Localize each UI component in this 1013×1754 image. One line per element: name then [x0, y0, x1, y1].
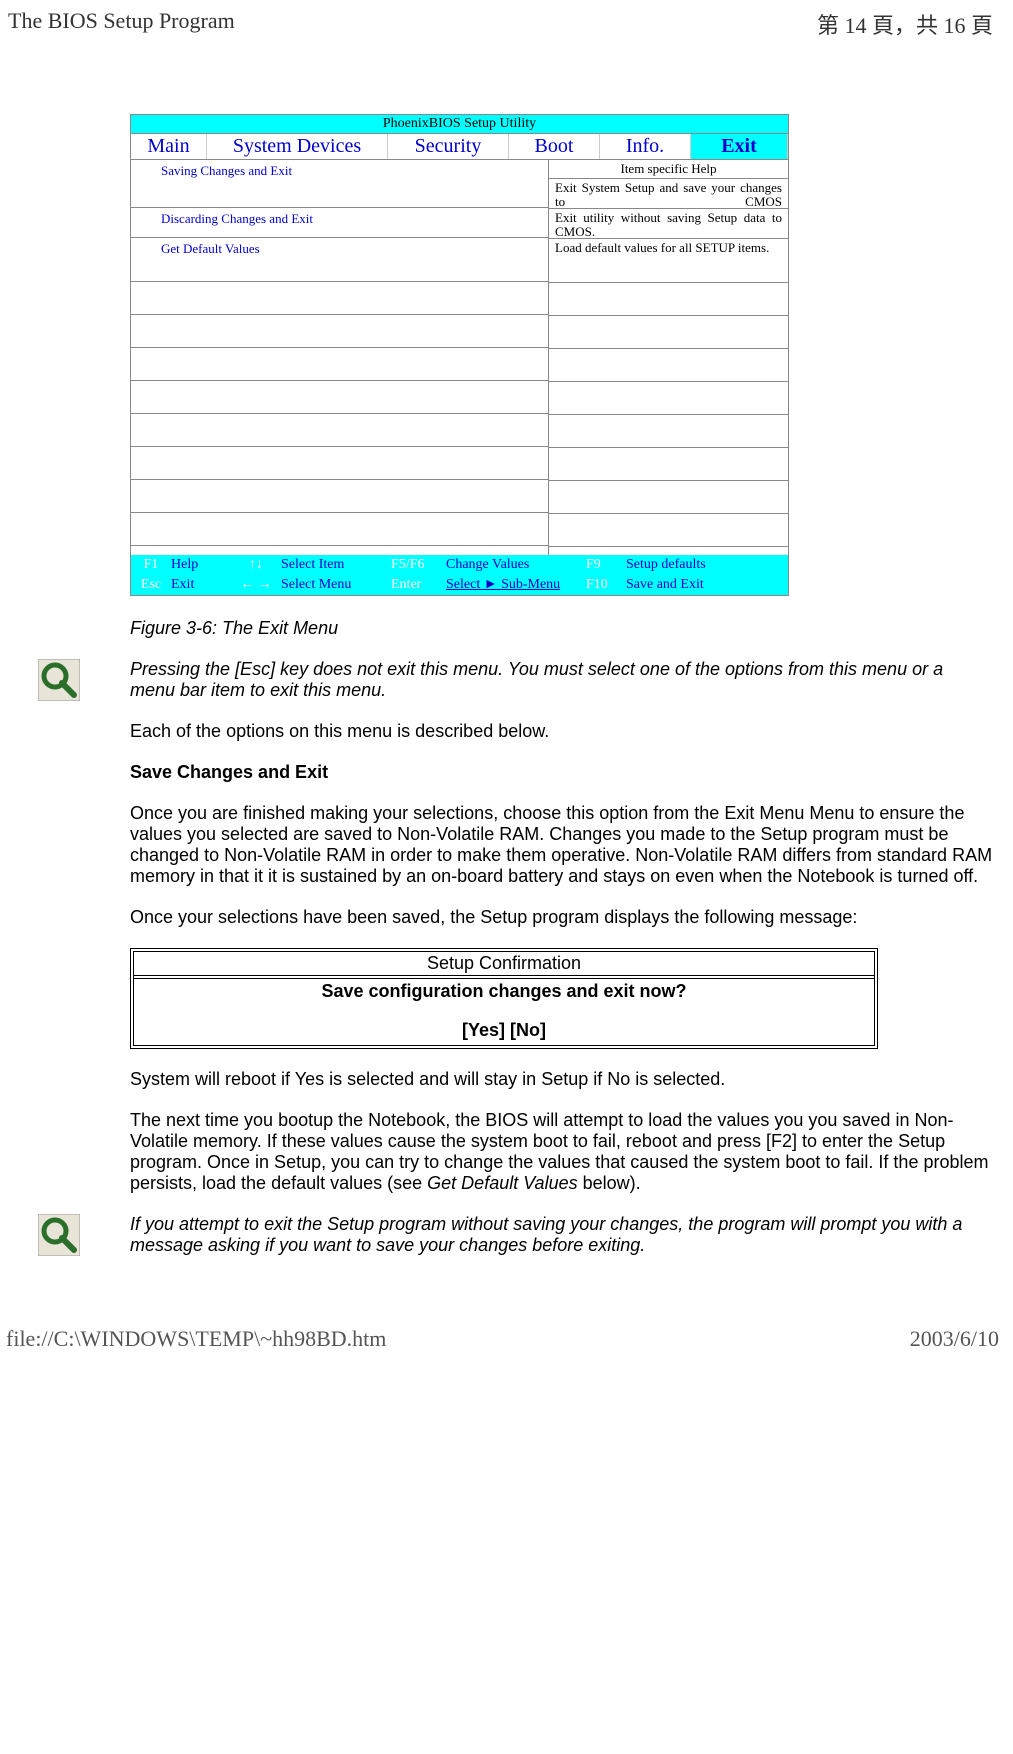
confirm-title: Setup Confirmation	[134, 952, 874, 979]
key-esc: Esc	[131, 577, 171, 593]
empty-row	[549, 448, 788, 481]
key-save-exit: Save and Exit	[626, 577, 704, 593]
help-text-discard: Exit utility without saving Setup data t…	[549, 209, 788, 239]
help-header: Item specific Help	[549, 160, 788, 179]
empty-row	[131, 546, 548, 555]
key-select-item: Select Item	[281, 557, 391, 573]
key-help: Help	[171, 557, 231, 573]
tab-exit[interactable]: Exit	[691, 134, 788, 159]
key-exit: Exit	[171, 577, 231, 593]
key-f9: F9	[586, 557, 626, 573]
magnifier-icon	[38, 659, 80, 701]
help-text-save: Exit System Setup and save your changes …	[549, 179, 788, 209]
empty-row	[549, 514, 788, 547]
tab-main[interactable]: Main	[131, 134, 207, 159]
bios-utility-title: PhoenixBIOS Setup Utility	[131, 115, 788, 134]
confirm-question: Save configuration changes and exit now?	[134, 981, 874, 1002]
empty-row	[131, 447, 548, 480]
empty-row	[131, 282, 548, 315]
exit-item-discard[interactable]: Discarding Changes and Exit	[131, 208, 548, 238]
arrows-updown-icon: ↑↓	[231, 557, 281, 573]
bootup-note: The next time you bootup the Notebook, t…	[130, 1110, 993, 1194]
empty-row	[549, 547, 788, 555]
page-number: 第 14 頁，共 16 頁	[817, 8, 993, 40]
key-select-submenu: Select ► Sub-Menu	[446, 577, 586, 593]
bios-screenshot: PhoenixBIOS Setup Utility Main System De…	[130, 114, 789, 596]
tab-info[interactable]: Info.	[600, 134, 691, 159]
empty-row	[131, 513, 548, 546]
tab-boot[interactable]: Boot	[509, 134, 600, 159]
exit-item-save[interactable]: Saving Changes and Exit	[131, 160, 548, 208]
empty-row	[549, 382, 788, 415]
key-setup-defaults: Setup defaults	[626, 557, 706, 573]
arrows-leftright-icon: ← →	[231, 577, 281, 593]
figure-caption: Figure 3-6: The Exit Menu	[130, 618, 993, 639]
empty-row	[131, 414, 548, 447]
page-title: The BIOS Setup Program	[8, 8, 235, 40]
footer-date: 2003/6/10	[910, 1326, 999, 1348]
setup-confirmation-box: Setup Confirmation Save configuration ch…	[130, 948, 878, 1049]
confirm-options: [Yes] [No]	[134, 1020, 874, 1041]
key-f10: F10	[586, 577, 626, 593]
empty-row	[131, 315, 548, 348]
save-exit-desc: Once you are finished making your select…	[130, 803, 993, 887]
empty-row	[549, 481, 788, 514]
tab-system-devices[interactable]: System Devices	[207, 134, 388, 159]
note-esc: Pressing the [Esc] key does not exit thi…	[130, 659, 993, 701]
key-f5f6: F5/F6	[391, 557, 446, 573]
bios-footer: F1 Help ↑↓ Select Item F5/F6 Change Valu…	[131, 555, 788, 595]
empty-row	[549, 283, 788, 316]
empty-row	[549, 349, 788, 382]
save-exit-msg-intro: Once your selections have been saved, th…	[130, 907, 993, 928]
empty-row	[549, 316, 788, 349]
heading-save-exit: Save Changes and Exit	[130, 762, 993, 783]
tab-security[interactable]: Security	[388, 134, 509, 159]
empty-row	[549, 415, 788, 448]
bios-tab-bar: Main System Devices Security Boot Info. …	[131, 134, 788, 160]
exit-item-defaults[interactable]: Get Default Values	[131, 238, 548, 282]
footer-path: file://C:\WINDOWS\TEMP\~hh98BD.htm	[6, 1326, 386, 1348]
key-enter: Enter	[391, 577, 446, 593]
key-f1: F1	[131, 557, 171, 573]
intro-text: Each of the options on this menu is desc…	[130, 721, 993, 742]
empty-row	[131, 480, 548, 513]
reboot-note: System will reboot if Yes is selected an…	[130, 1069, 993, 1090]
magnifier-icon	[38, 1214, 80, 1256]
help-text-defaults: Load default values for all SETUP items.	[549, 239, 788, 283]
empty-row	[131, 381, 548, 414]
key-select-menu: Select Menu	[281, 577, 391, 593]
key-change-values: Change Values	[446, 557, 586, 573]
note-exit-prompt: If you attempt to exit the Setup program…	[130, 1214, 993, 1256]
empty-row	[131, 348, 548, 381]
